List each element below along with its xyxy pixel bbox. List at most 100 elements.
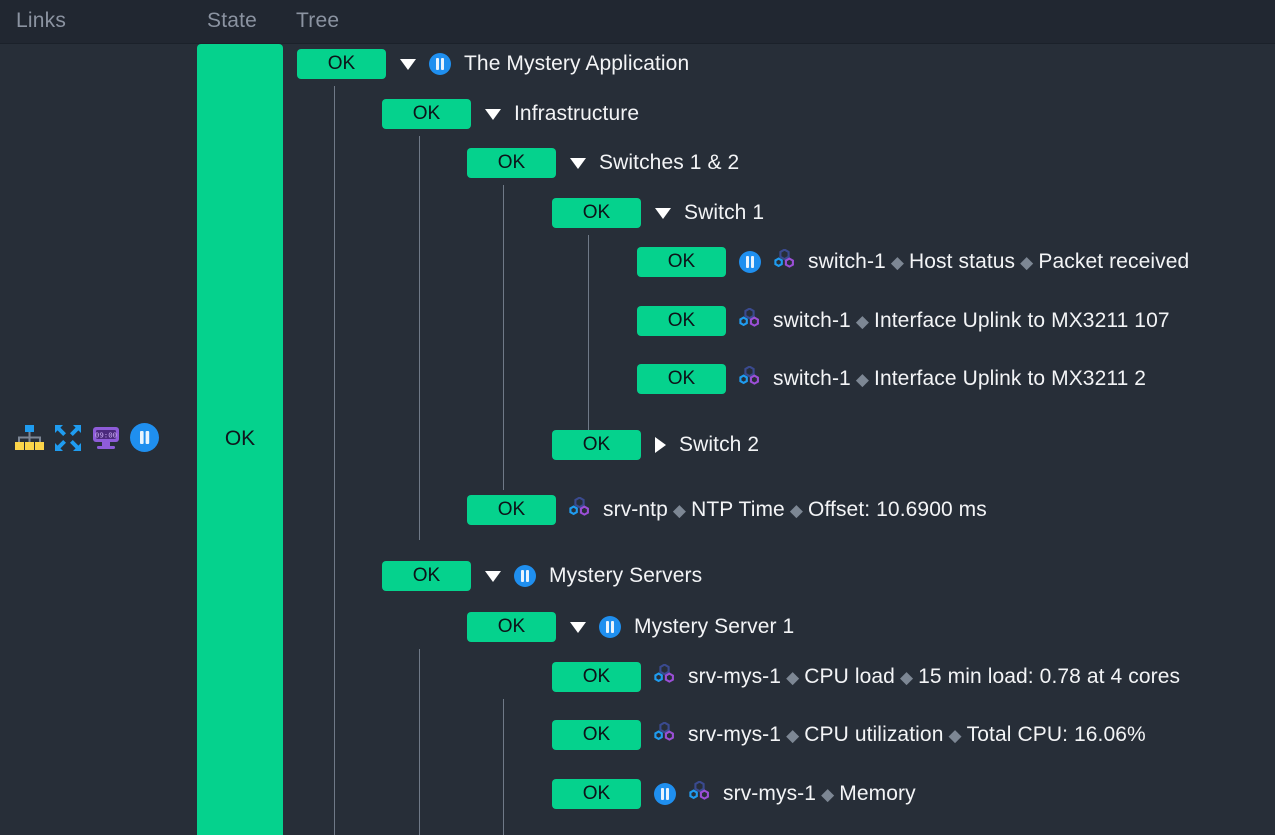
separator-diamond: ◆	[886, 253, 909, 272]
tree-row[interactable]: OK The Mystery Application	[297, 49, 689, 79]
tree-row-text-part: switch-1	[808, 250, 886, 273]
tree-row-text-part: Interface Uplink to MX3211 107	[874, 309, 1170, 332]
clock-icon[interactable]: 09:00	[92, 425, 120, 456]
tree-row-text-part: srv-mys-1	[688, 665, 781, 688]
tree-row[interactable]: OK switch-1◆Host status◆Packet received	[637, 247, 1189, 277]
host-icon	[739, 366, 760, 392]
tree-guide-line	[334, 86, 335, 835]
pause-icon[interactable]	[739, 251, 761, 273]
tree-row-text-part: srv-ntp	[603, 498, 668, 521]
chevron-down-icon[interactable]	[400, 59, 416, 70]
status-badge[interactable]: OK	[637, 247, 726, 277]
tree-row[interactable]: OK Mystery Servers	[382, 561, 702, 591]
tree-row[interactable]: OKsrv-ntp◆NTP Time◆Offset: 10.6900 ms	[467, 495, 987, 525]
pause-icon[interactable]	[514, 565, 536, 587]
host-icon	[689, 781, 710, 807]
links-icon-group: 09:00	[14, 423, 159, 457]
status-badge[interactable]: OK	[297, 49, 386, 79]
tree-row-text-part: Switch 2	[679, 433, 759, 456]
status-badge[interactable]: OK	[467, 148, 556, 178]
tree-row[interactable]: OK Infrastructure	[382, 99, 639, 129]
pause-icon[interactable]	[654, 783, 676, 805]
tree-guide-line	[503, 699, 504, 835]
separator-diamond: ◆	[1015, 253, 1038, 272]
tree-row-text-part: NTP Time	[691, 498, 785, 521]
tree-row[interactable]: OK srv-mys-1◆Memory	[552, 779, 916, 809]
status-badge[interactable]: OK	[382, 561, 471, 591]
tree-row-text-part: Mystery Server 1	[634, 615, 794, 638]
chevron-down-icon[interactable]	[570, 622, 586, 633]
tree-row[interactable]: OK Mystery Server 1	[467, 612, 794, 642]
pause-icon[interactable]	[429, 53, 451, 75]
chevron-down-icon[interactable]	[570, 158, 586, 169]
column-header-tree[interactable]: Tree	[296, 9, 339, 33]
tree-row[interactable]: OK Switch 2	[552, 430, 759, 460]
tree-row-text-part: Switches 1 & 2	[599, 151, 739, 174]
separator-diamond: ◆	[785, 501, 808, 520]
tree-guide-line	[588, 235, 589, 440]
status-badge[interactable]: OK	[637, 364, 726, 394]
separator-diamond: ◆	[851, 312, 874, 331]
status-badge[interactable]: OK	[552, 430, 641, 460]
separator-diamond: ◆	[781, 726, 804, 745]
chevron-down-icon[interactable]	[485, 109, 501, 120]
status-badge[interactable]: OK	[552, 779, 641, 809]
tree-row-label: srv-mys-1◆Memory	[723, 782, 916, 806]
tree-row-label: srv-ntp◆NTP Time◆Offset: 10.6900 ms	[603, 498, 987, 522]
tree-row-text-part: The Mystery Application	[464, 52, 689, 75]
tree-row[interactable]: OK Switch 1	[552, 198, 764, 228]
separator-diamond: ◆	[781, 668, 804, 687]
tree-row-text-part: Infrastructure	[514, 102, 639, 125]
pause-icon[interactable]	[599, 616, 621, 638]
tree-row-label: srv-mys-1◆CPU utilization◆Total CPU: 16.…	[688, 723, 1146, 747]
tree-row-label: Switches 1 & 2	[599, 151, 739, 175]
separator-diamond: ◆	[668, 501, 691, 520]
links-column: 09:00	[0, 44, 197, 835]
status-badge[interactable]: OK	[552, 198, 641, 228]
tree-row[interactable]: OK srv-mys-1◆CPU utilization◆Total CPU: 1…	[552, 720, 1146, 750]
collapse-icon[interactable]	[54, 424, 82, 457]
tree-row-text-part: Mystery Servers	[549, 564, 702, 587]
tree-row[interactable]: OK switch-1◆Interface Uplink to MX3211 10…	[637, 306, 1170, 336]
tree-row-label: Mystery Server 1	[634, 615, 794, 639]
tree-row-label: switch-1◆Host status◆Packet received	[808, 250, 1189, 274]
chevron-down-icon[interactable]	[655, 208, 671, 219]
tree-row-label: Mystery Servers	[549, 564, 702, 588]
tree-guide-line	[503, 185, 504, 490]
separator-diamond: ◆	[851, 370, 874, 389]
status-badge[interactable]: OK	[552, 720, 641, 750]
tree-row-label: The Mystery Application	[464, 52, 689, 76]
tree-row[interactable]: OK srv-mys-1◆CPU load◆15 min load: 0.78 a…	[552, 662, 1180, 692]
tree-row-text-part: srv-mys-1	[723, 782, 816, 805]
column-header-links[interactable]: Links	[16, 9, 66, 33]
column-header-bar: Links State Tree	[0, 0, 1275, 44]
chevron-down-icon[interactable]	[485, 571, 501, 582]
chevron-right-icon[interactable]	[655, 437, 666, 453]
tree-row-text-part: Offset: 10.6900 ms	[808, 498, 987, 521]
status-badge[interactable]: OK	[552, 662, 641, 692]
tree-row-text-part: 15 min load: 0.78 at 4 cores	[918, 665, 1180, 688]
host-icon	[569, 497, 590, 523]
status-badge[interactable]: OK	[467, 495, 556, 525]
host-icon	[739, 308, 760, 334]
host-icon	[774, 249, 795, 275]
tree-row-label: srv-mys-1◆CPU load◆15 min load: 0.78 at …	[688, 665, 1180, 689]
tree-row-text-part: CPU load	[804, 665, 895, 688]
tree-row-text-part: switch-1	[773, 309, 851, 332]
tree-row-text-part: Switch 1	[684, 201, 764, 224]
column-header-state[interactable]: State	[207, 9, 257, 33]
status-badge[interactable]: OK	[467, 612, 556, 642]
tree-row-label: Switch 2	[679, 433, 759, 457]
tree-row-text-part: Interface Uplink to MX3211 2	[874, 367, 1146, 390]
tree-guide-line	[419, 136, 420, 540]
tree-row[interactable]: OKswitch-1◆Interface Uplink to MX3211 2	[637, 364, 1146, 394]
tree-row-label: switch-1◆Interface Uplink to MX3211 107	[773, 309, 1170, 333]
tree-panel: OK The Mystery Application OK Infrastructur…	[283, 44, 1275, 835]
status-badge[interactable]: OK	[382, 99, 471, 129]
pause-icon[interactable]	[130, 423, 159, 457]
state-column-ok[interactable]: OK	[197, 44, 283, 835]
tree-row[interactable]: OK Switches 1 & 2	[467, 148, 739, 178]
clock-icon-time: 09:00	[95, 430, 117, 439]
status-badge[interactable]: OK	[637, 306, 726, 336]
hierarchy-icon[interactable]	[14, 424, 44, 457]
